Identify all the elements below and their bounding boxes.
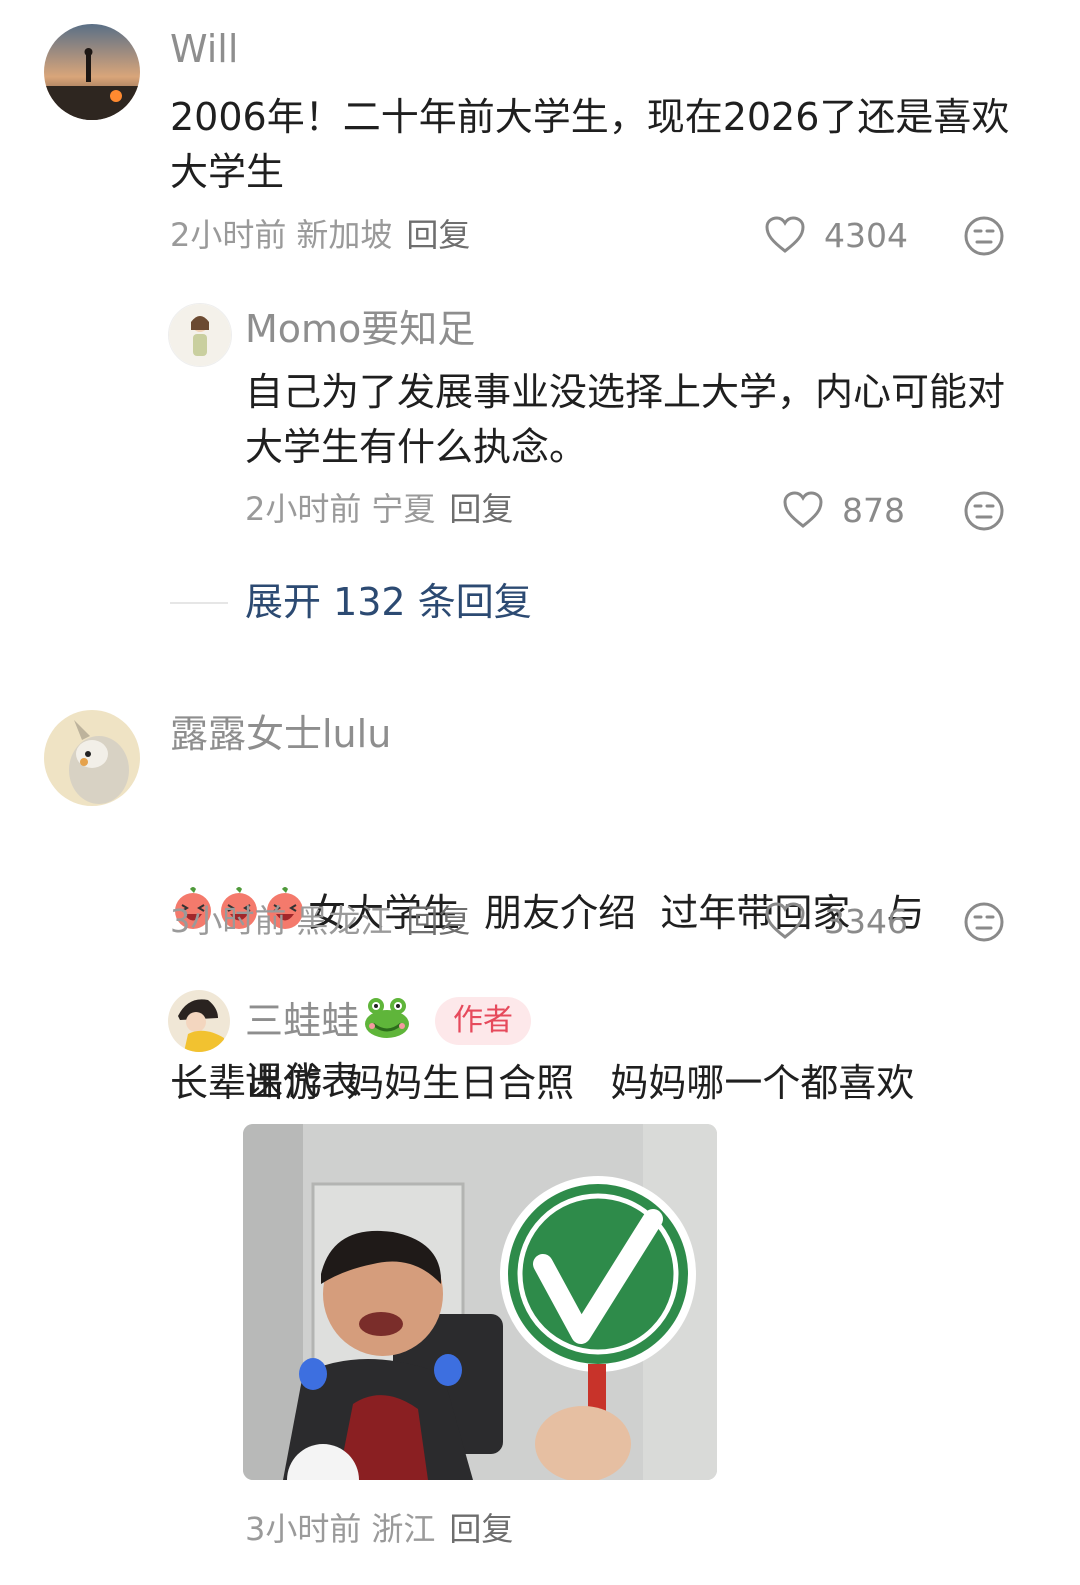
reply-button[interactable]: 回复 <box>406 902 470 940</box>
timestamp: 3小时前 <box>245 1510 362 1548</box>
neutral-face-icon <box>964 902 1004 942</box>
comment-text: 课代表 <box>245 1059 360 1103</box>
location: 新加坡 <box>296 216 393 254</box>
timestamp: 2小时前 <box>245 490 362 528</box>
dislike-button[interactable] <box>963 901 1005 947</box>
reply-button[interactable]: 回复 <box>449 490 513 528</box>
location: 浙江 <box>371 1510 436 1548</box>
comment-text: 自己为了发展事业没选择上大学，内心可能对大学生有什么执念。 <box>245 370 1006 469</box>
like-count: 878 <box>842 490 905 530</box>
dislike-button[interactable] <box>963 490 1005 536</box>
avatar-will[interactable] <box>44 24 140 120</box>
like-button[interactable]: 3346 <box>764 901 908 941</box>
like-button[interactable]: 4304 <box>764 215 908 255</box>
timestamp: 2小时前 <box>170 216 287 254</box>
dislike-button[interactable] <box>963 215 1005 261</box>
comment-meta: 3小时前 黑龙江 回复 <box>170 905 470 937</box>
heart-outline-icon <box>765 902 805 939</box>
username[interactable]: Will <box>170 30 238 68</box>
reply-image[interactable] <box>243 1124 717 1480</box>
location: 宁夏 <box>371 490 436 528</box>
author-name: 三蛙蛙 <box>245 999 360 1043</box>
comment-meta: 2小时前 新加坡 回复 <box>170 219 470 251</box>
comment-text: 2006年！二十年前大学生，现在2026了还是喜欢大学生 <box>170 95 1010 194</box>
username[interactable]: 三蛙蛙 <box>245 996 411 1046</box>
reply-button[interactable]: 回复 <box>406 216 470 254</box>
avatar-lulu[interactable] <box>44 710 140 806</box>
expand-replies-button[interactable]: 展开 132 条回复 <box>245 583 532 621</box>
heart-outline-icon <box>783 491 823 528</box>
location: 黑龙江 <box>296 902 393 940</box>
neutral-face-icon <box>964 491 1004 531</box>
frog-emoji <box>363 996 411 1046</box>
avatar-sanwawa[interactable] <box>168 990 230 1052</box>
like-count: 4304 <box>824 215 908 255</box>
username[interactable]: 露露女士lulu <box>170 715 391 753</box>
timestamp: 3小时前 <box>170 902 287 940</box>
author-badge: 作者 <box>435 997 531 1045</box>
like-count: 3346 <box>824 901 908 941</box>
neutral-face-icon <box>964 216 1004 256</box>
comment-meta: 2小时前 宁夏 回复 <box>245 493 513 525</box>
avatar-momo[interactable] <box>168 303 232 367</box>
heart-outline-icon <box>765 216 805 253</box>
reply-button[interactable]: 回复 <box>449 1510 513 1548</box>
comment-meta: 3小时前 浙江 回复 <box>245 1513 513 1545</box>
like-button[interactable]: 878 <box>782 490 905 530</box>
username[interactable]: Momo要知足 <box>245 310 475 348</box>
expand-divider <box>170 602 228 604</box>
